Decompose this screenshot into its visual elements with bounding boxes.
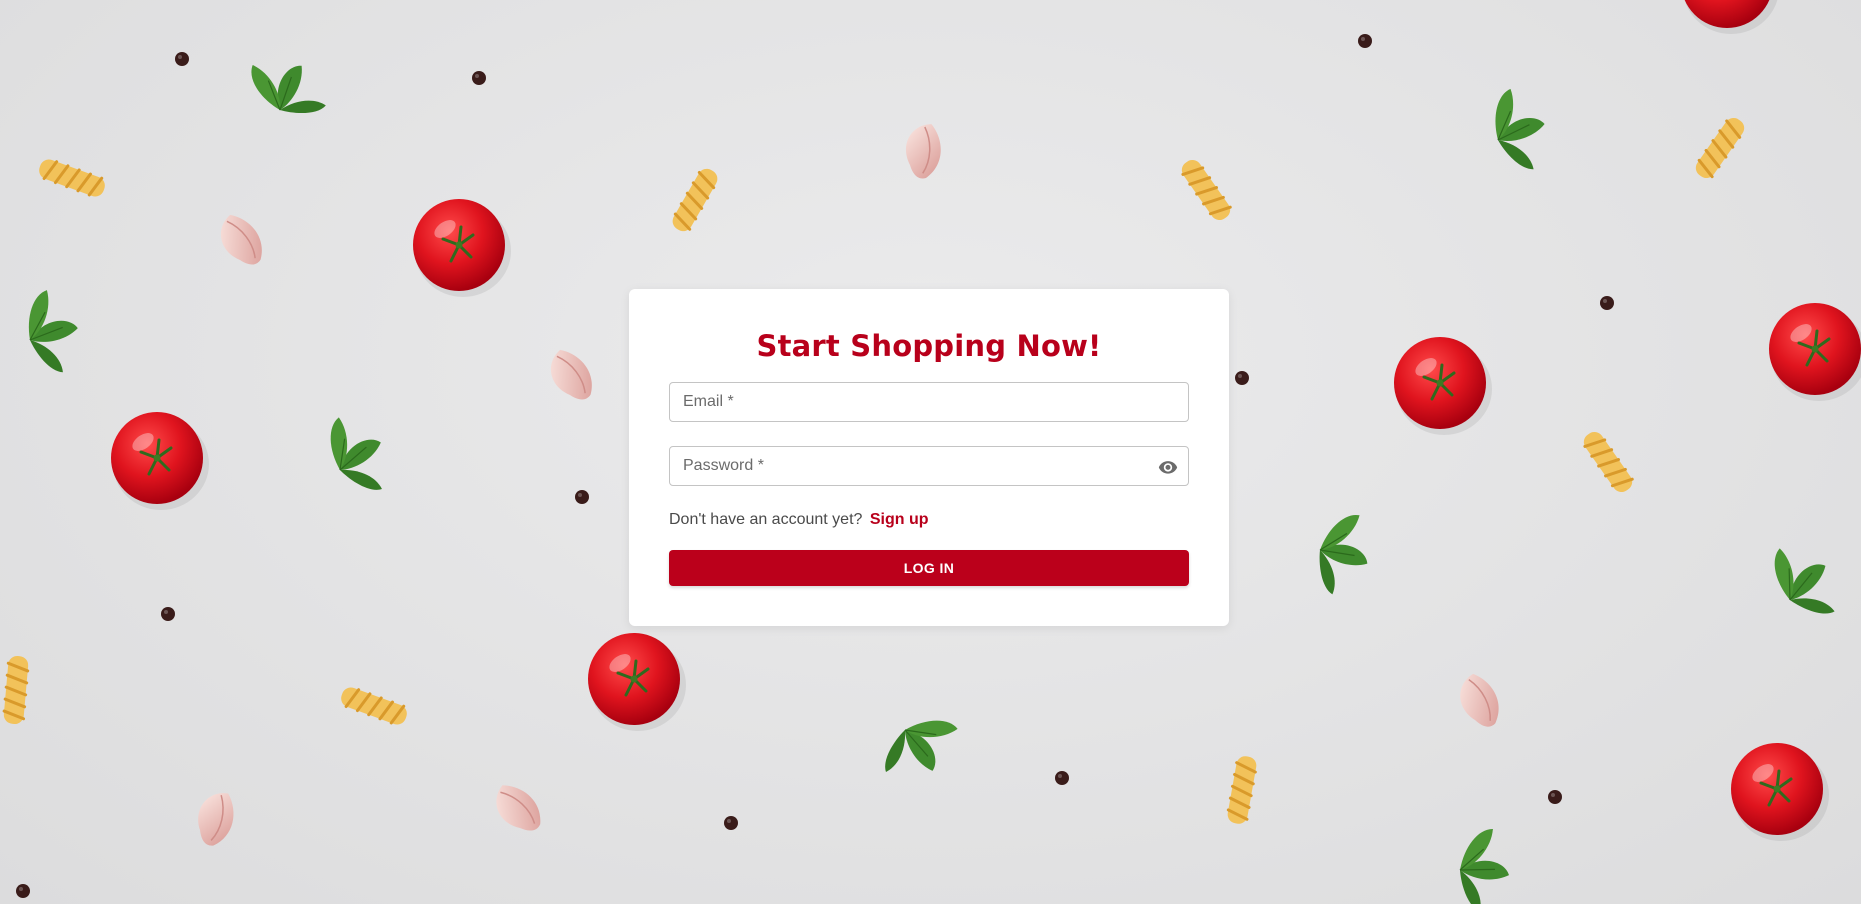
log-in-button[interactable]: LOG IN <box>669 550 1189 586</box>
signup-prompt-line: Don't have an account yet? Sign up <box>669 511 929 529</box>
sign-up-link[interactable]: Sign up <box>870 511 929 528</box>
page-title: Start Shopping Now! <box>756 329 1102 363</box>
login-card: Start Shopping Now! Don't have an accoun… <box>629 289 1229 626</box>
signup-prompt-text: Don't have an account yet? <box>669 511 863 528</box>
email-field-container <box>669 382 1189 422</box>
email-field[interactable] <box>670 383 1188 421</box>
eye-icon[interactable] <box>1156 455 1180 479</box>
password-field[interactable] <box>670 447 1188 485</box>
password-field-container <box>669 446 1189 486</box>
